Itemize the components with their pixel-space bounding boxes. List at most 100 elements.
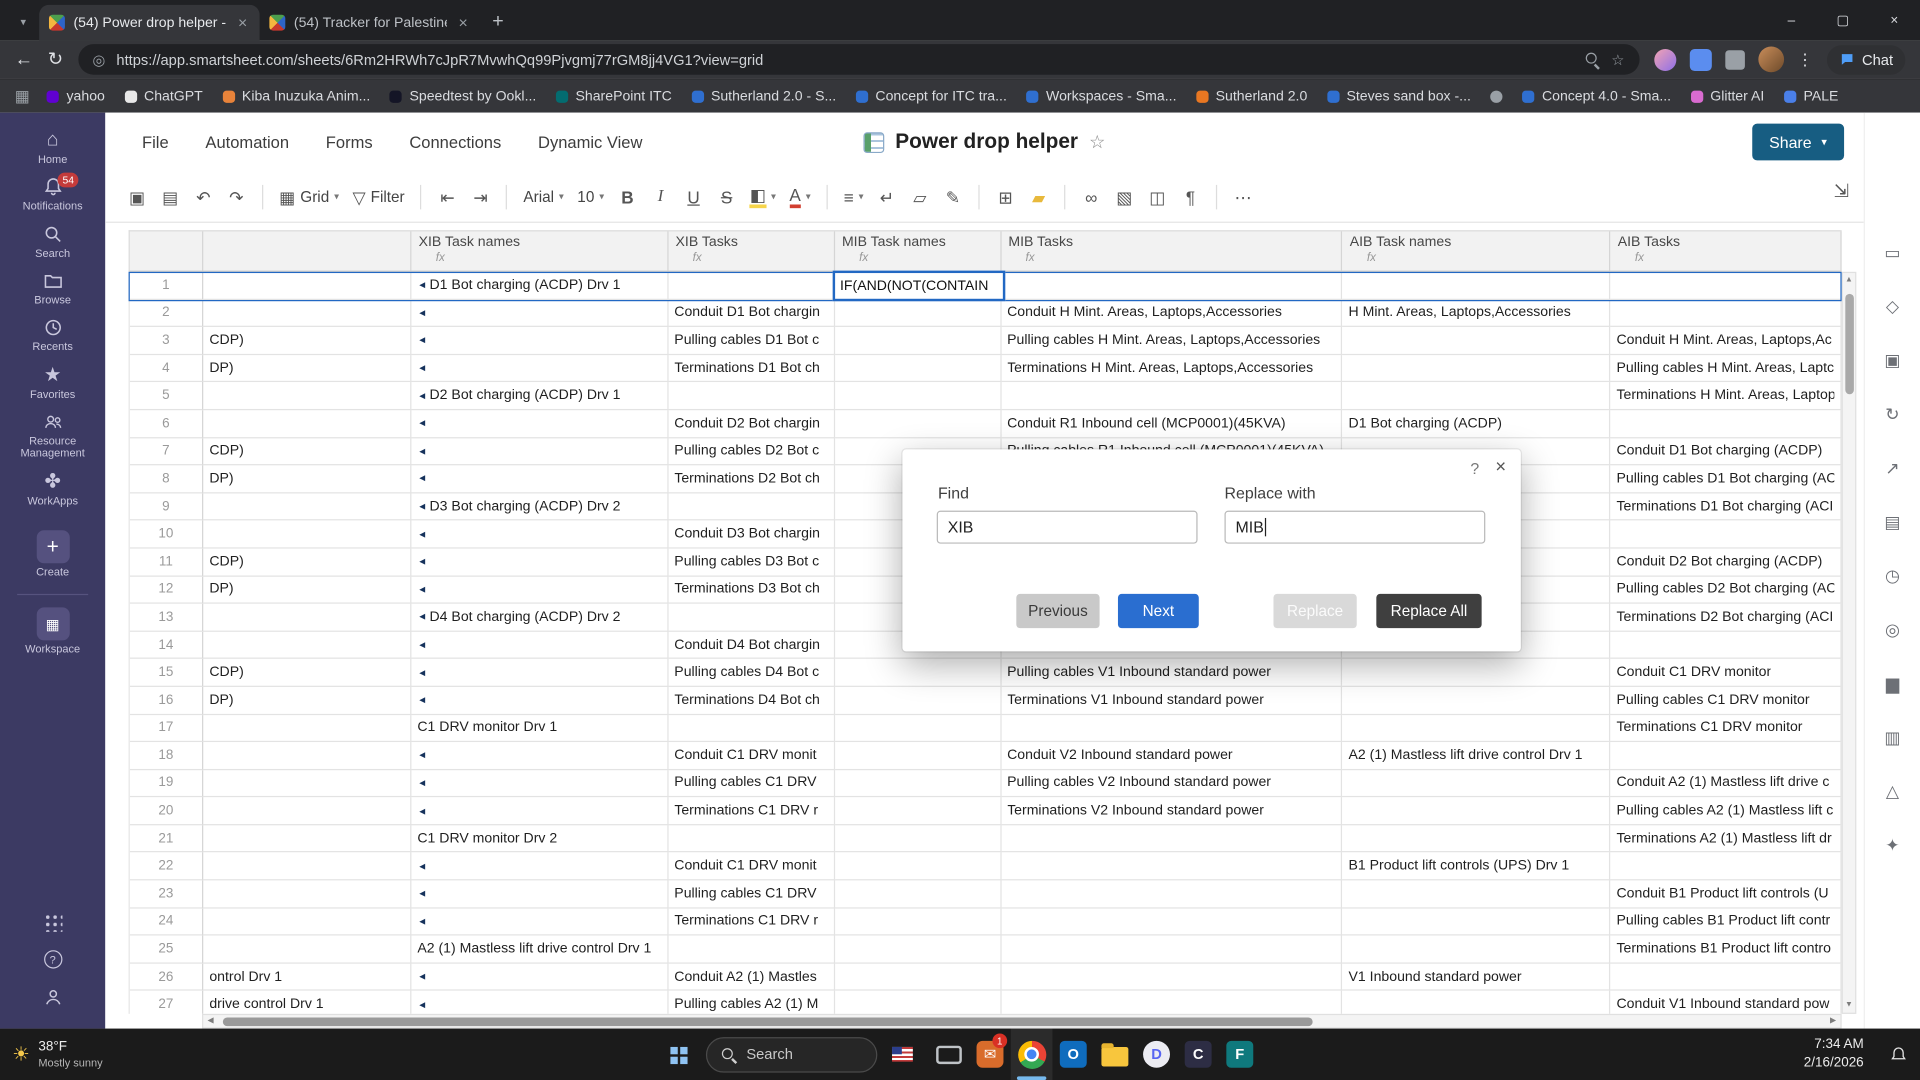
row-number[interactable]: 9: [129, 493, 204, 521]
proofs-icon[interactable]: ▣: [1875, 343, 1909, 377]
symbols-button[interactable]: ¶: [1176, 181, 1205, 213]
format-painter-button[interactable]: ✎: [938, 181, 967, 213]
row-number[interactable]: 10: [129, 520, 204, 549]
row-number[interactable]: 17: [129, 714, 204, 743]
cell[interactable]: Terminations C1 DRV monitor: [1610, 714, 1842, 743]
cell[interactable]: [1610, 742, 1842, 770]
column-header-blank[interactable]: [130, 231, 204, 271]
row-number[interactable]: 13: [129, 603, 204, 632]
language-flag-icon[interactable]: [892, 1046, 913, 1062]
cell[interactable]: DP): [203, 576, 412, 604]
cell[interactable]: [834, 299, 1002, 328]
vertical-scrollbar[interactable]: ▲ ▼: [1841, 271, 1857, 1014]
cell[interactable]: [1342, 991, 1611, 1014]
cell[interactable]: [203, 382, 412, 411]
cell[interactable]: ◄ D1 Bot charging (ACDP) Drv 1: [411, 271, 669, 300]
sidebar-item-notifications[interactable]: 54 Notifications: [0, 173, 105, 213]
cell[interactable]: [203, 271, 412, 300]
save-button[interactable]: ▣: [122, 181, 151, 213]
mail-app-icon[interactable]: ✉ 1: [969, 1029, 1011, 1080]
cell[interactable]: [203, 852, 412, 881]
cell[interactable]: Conduit D1 Bot chargin: [668, 299, 835, 328]
favorite-star-icon[interactable]: ☆: [1089, 131, 1105, 153]
cell[interactable]: [834, 963, 1002, 992]
cell[interactable]: Pulling cables V1 Inbound standard power: [1001, 659, 1343, 687]
cell[interactable]: [1001, 935, 1343, 964]
font-size-selector[interactable]: 10 ▾: [572, 181, 609, 213]
tab-close-icon[interactable]: ×: [236, 13, 250, 31]
menu-connections[interactable]: Connections: [409, 133, 501, 151]
help-icon[interactable]: ?: [43, 950, 62, 969]
comments-icon[interactable]: ▭: [1875, 235, 1909, 269]
tab-close-icon[interactable]: ×: [456, 13, 470, 31]
row-number[interactable]: 7: [129, 437, 204, 466]
expand-icon[interactable]: ⇲: [1834, 180, 1849, 202]
row-number[interactable]: 22: [129, 852, 204, 881]
chat-chip[interactable]: Chat: [1826, 44, 1906, 75]
cell[interactable]: [203, 493, 412, 521]
cell[interactable]: [1342, 880, 1611, 909]
row-number[interactable]: 18: [129, 742, 204, 770]
column-header[interactable]: MIB Task names fx: [835, 231, 1002, 271]
cell[interactable]: ◄: [411, 797, 669, 826]
bookmark-star-icon[interactable]: ☆: [1611, 51, 1624, 68]
row-number[interactable]: 14: [129, 631, 204, 660]
cell[interactable]: ◄: [411, 852, 669, 881]
media-app-icon[interactable]: F: [1219, 1029, 1261, 1080]
cell[interactable]: [668, 825, 835, 853]
next-button[interactable]: Next: [1117, 593, 1199, 629]
column-header[interactable]: XIB Task names fx: [411, 231, 669, 271]
weather-widget[interactable]: ☀ 38°F Mostly sunny: [12, 1029, 102, 1080]
cell[interactable]: ◄: [411, 963, 669, 992]
row-number[interactable]: 20: [129, 797, 204, 826]
cell[interactable]: Conduit A2 (1) Mastles: [668, 963, 835, 992]
cell[interactable]: D1 Bot charging (ACDP): [1342, 410, 1611, 438]
cell[interactable]: [1610, 271, 1842, 300]
cell[interactable]: [203, 935, 412, 964]
row-number[interactable]: 11: [129, 548, 204, 577]
cell[interactable]: [203, 880, 412, 909]
row-number[interactable]: 12: [129, 576, 204, 604]
cell[interactable]: Pulling cables C1 DRV monitor: [1610, 686, 1842, 715]
cell[interactable]: [1342, 271, 1611, 300]
cell[interactable]: [203, 742, 412, 770]
cell[interactable]: ◄: [411, 880, 669, 909]
zoom-icon[interactable]: [1584, 51, 1600, 67]
outdent-button[interactable]: ⇤: [433, 181, 462, 213]
bookmark-item[interactable]: Glitter AI: [1690, 89, 1764, 103]
find-input[interactable]: XIB: [936, 510, 1198, 544]
cell[interactable]: [834, 852, 1002, 881]
discord-app-icon[interactable]: D: [1136, 1029, 1178, 1080]
column-header[interactable]: AIB Task names fx: [1342, 231, 1611, 271]
more-button[interactable]: ⋯: [1228, 181, 1257, 213]
cell[interactable]: [1342, 714, 1611, 743]
row-number[interactable]: 2: [129, 299, 204, 328]
text-color-button[interactable]: A ▾: [784, 181, 815, 213]
cell[interactable]: Pulling cables D1 Bot c: [668, 327, 835, 355]
borders-button[interactable]: ⊞: [991, 181, 1020, 213]
cell[interactable]: ◄: [411, 437, 669, 466]
cell[interactable]: [203, 769, 412, 798]
scroll-right-icon[interactable]: ▶: [1826, 1014, 1841, 1029]
notification-center-icon[interactable]: [1889, 1029, 1907, 1080]
column-header-blank[interactable]: [203, 231, 412, 271]
redo-button[interactable]: ↷: [222, 181, 251, 213]
cell[interactable]: [1610, 410, 1842, 438]
cell[interactable]: ◄: [411, 327, 669, 355]
bookmark-item[interactable]: Sutherland 2.0 - S...: [691, 89, 836, 103]
cell[interactable]: [1001, 852, 1343, 881]
bookmark-item[interactable]: PALE: [1783, 89, 1838, 103]
sidebar-item-resource-management[interactable]: Resource Management: [0, 412, 105, 461]
font-family-selector[interactable]: Arial ▾: [518, 181, 568, 213]
taskbar-search[interactable]: Search: [705, 1036, 878, 1073]
cell[interactable]: [203, 410, 412, 438]
horizontal-scrollbar[interactable]: ◀ ▶: [202, 1013, 1842, 1029]
cell[interactable]: Conduit H Mint. Areas, Laptops,Ac: [1610, 327, 1842, 355]
cell[interactable]: [834, 410, 1002, 438]
cell[interactable]: [834, 880, 1002, 909]
cell[interactable]: ◄: [411, 769, 669, 798]
experiments-icon[interactable]: △: [1875, 774, 1909, 808]
cell[interactable]: Terminations H Mint. Areas, Laptop: [1610, 382, 1842, 411]
cell[interactable]: Pulling cables C1 DRV: [668, 880, 835, 909]
bookmark-item[interactable]: Sutherland 2.0: [1196, 89, 1307, 103]
